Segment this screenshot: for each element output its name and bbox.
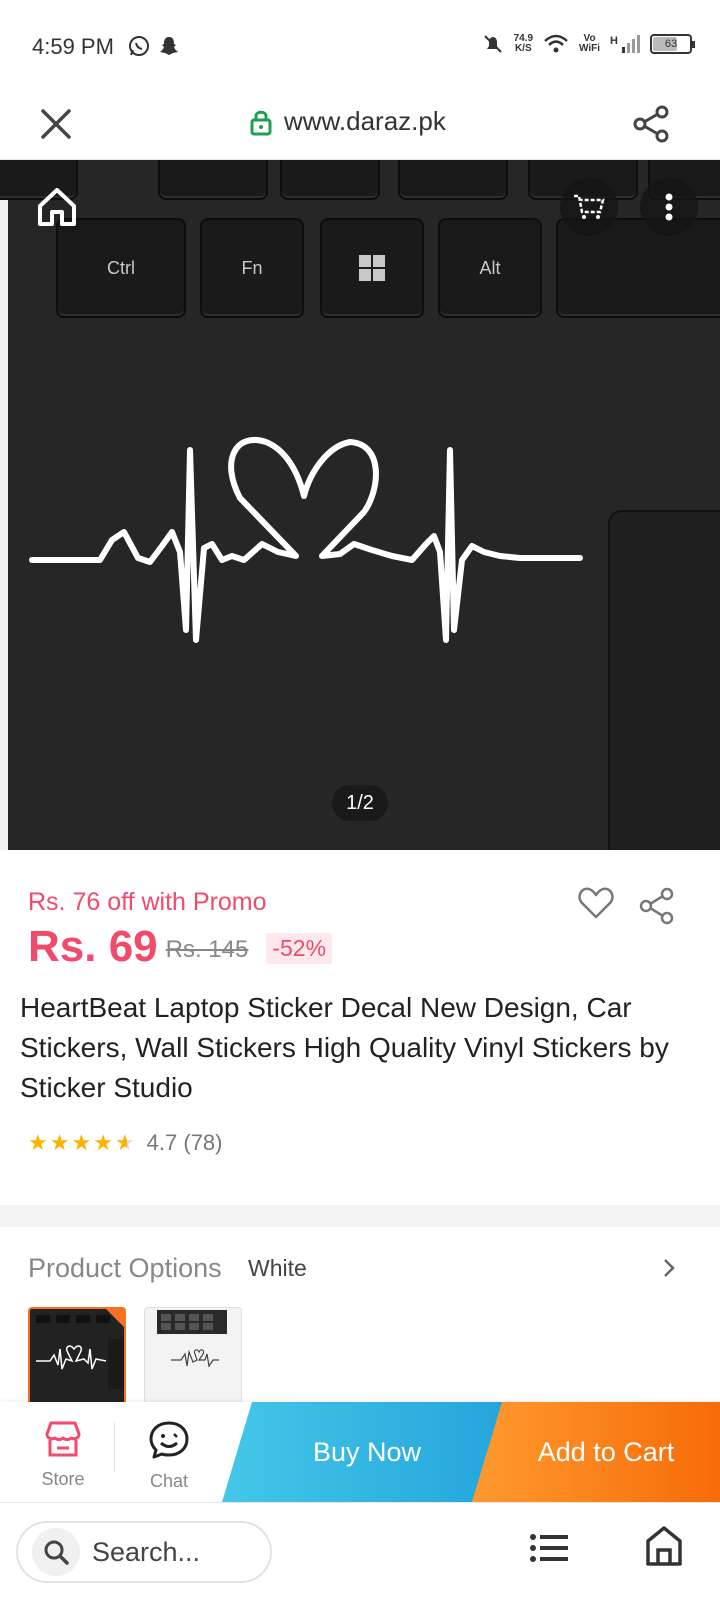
lock-icon (250, 110, 272, 135)
more-options-button[interactable] (640, 178, 698, 236)
share-icon[interactable] (638, 886, 676, 926)
mute-bell-icon (483, 35, 502, 53)
product-action-bar: Store Chat Buy Now Add to Cart (0, 1402, 720, 1502)
discount-badge: -52% (266, 932, 333, 964)
product-image-carousel[interactable]: Ctrl Fn Alt 1/2 (0, 160, 720, 850)
product-options[interactable]: Product Options White (0, 1227, 720, 1405)
status-bar: 4:59 PM 74.9 K/S Vo WiFi H 63 (0, 0, 720, 90)
battery-icon: 63 (650, 34, 695, 54)
wifi-icon (544, 34, 568, 53)
browser-url-bar: www.daraz.pk (0, 90, 720, 160)
status-notification-icons (128, 35, 180, 57)
buy-now-button[interactable]: Buy Now (222, 1402, 512, 1502)
promo-text[interactable]: Rs. 76 off with Promo (28, 888, 267, 917)
search-icon (44, 1540, 69, 1565)
section-divider (0, 1205, 720, 1227)
star-icon: ★ (93, 1130, 113, 1155)
search-placeholder: Search... (92, 1536, 201, 1567)
home-icon (38, 188, 76, 226)
heart-icon[interactable] (578, 886, 614, 920)
options-label: Product Options (28, 1253, 222, 1283)
rating-value: 4.7 (78) (146, 1130, 223, 1155)
search-icon-container (32, 1528, 80, 1576)
price-row: Rs. 69 Rs. 145 -52% (28, 922, 333, 972)
option-thumbnail[interactable] (144, 1307, 242, 1405)
rating-row[interactable]: ★ ★ ★ ★ ★ 4.7 (78) (28, 1130, 223, 1156)
bottom-navigation-bar: Search... (0, 1502, 720, 1600)
cart-button[interactable] (560, 178, 618, 236)
net-speed: 74.9 K/S (513, 33, 534, 54)
product-info: Rs. 76 off with Promo Rs. 69 Rs. 145 -52… (0, 850, 720, 1205)
heartbeat-sticker-graphic (29, 437, 583, 643)
store-button[interactable]: Store (18, 1420, 108, 1490)
signal-icon: H (610, 35, 640, 53)
snapchat-icon (160, 37, 178, 55)
star-icon: ★ (71, 1130, 92, 1155)
search-input[interactable]: Search... (16, 1521, 272, 1583)
current-price: Rs. 69 (28, 922, 158, 971)
chat-label: Chat (149, 1471, 189, 1491)
store-icon (45, 1421, 81, 1457)
selected-corner-marker (106, 1309, 124, 1327)
options-selected-value: White (248, 1255, 307, 1281)
cart-icon (574, 194, 605, 219)
original-price: Rs. 145 (165, 936, 249, 963)
share-icon[interactable] (632, 104, 672, 144)
product-title: HeartBeat Laptop Sticker Decal New Desig… (20, 992, 669, 1103)
option-thumbnail-image (157, 1310, 227, 1368)
url-display[interactable]: www.daraz.pk (250, 106, 446, 137)
add-to-cart-button[interactable]: Add to Cart (472, 1402, 720, 1502)
vowifi-indicator: Vo WiFi (579, 33, 601, 54)
store-label: Store (41, 1469, 85, 1489)
half-star-icon: ★ (114, 1130, 135, 1155)
chat-icon (149, 1421, 189, 1459)
home-icon[interactable] (644, 1525, 684, 1567)
star-icon: ★ (28, 1130, 48, 1155)
chat-button[interactable]: Chat (124, 1420, 214, 1492)
whatsapp-icon (129, 36, 149, 56)
chevron-right-icon[interactable] (662, 1257, 676, 1279)
more-vertical-icon (665, 193, 673, 221)
home-button[interactable] (28, 178, 86, 236)
close-icon[interactable] (38, 106, 74, 142)
list-icon[interactable] (530, 1533, 570, 1563)
action-bar-separator (114, 1422, 115, 1472)
status-time: 4:59 PM (32, 34, 114, 59)
url-text: www.daraz.pk (284, 106, 446, 136)
option-thumbnail[interactable] (28, 1307, 126, 1405)
status-system-icons: 74.9 K/S Vo WiFi H 63 (482, 33, 695, 55)
star-icon: ★ (49, 1130, 70, 1155)
image-pager-indicator: 1/2 (332, 785, 388, 821)
